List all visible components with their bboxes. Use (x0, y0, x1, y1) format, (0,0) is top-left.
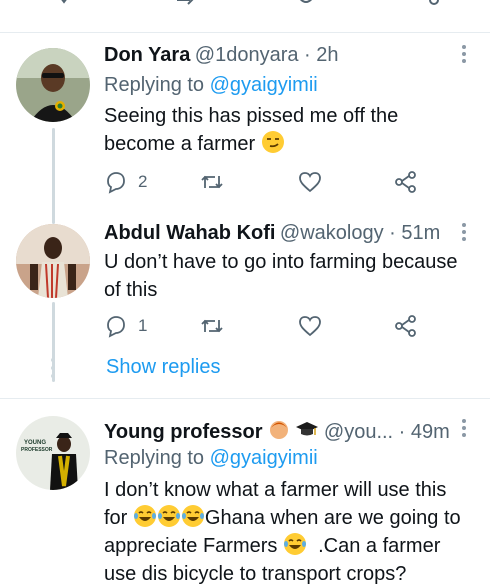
thread-dots-icon (51, 358, 55, 378)
tweet-text-line: for Ghana when are we going to (104, 504, 480, 532)
tweet-text-line: appreciate Farmers .Can a farmer (104, 532, 480, 560)
retweet-icon (201, 319, 223, 333)
more-options-icon[interactable] (454, 418, 474, 438)
retweet-button[interactable] (200, 314, 224, 338)
retweet-icon[interactable] (176, 0, 196, 10)
author-handle[interactable]: @1donyara (195, 44, 299, 66)
avatar[interactable] (16, 224, 90, 298)
more-options-icon[interactable] (454, 222, 474, 242)
share-button[interactable] (394, 314, 418, 338)
reply-icon (107, 316, 125, 338)
smirking-face-emoji (261, 131, 284, 153)
replying-to: Replying to @gyaigyimii (104, 447, 318, 470)
share-button[interactable] (394, 170, 418, 194)
author-name[interactable]: Young professor (104, 421, 263, 443)
reply-count: 1 (138, 316, 148, 335)
like-button[interactable] (298, 170, 322, 194)
reply-count: 2 (138, 172, 148, 191)
retweet-icon (201, 175, 223, 189)
more-options-icon[interactable] (454, 44, 474, 64)
tears-of-joy-emoji (283, 533, 306, 555)
separator-dot: · (393, 421, 411, 443)
tweet-text-line: of this (104, 279, 158, 301)
text-fragment: for (104, 507, 128, 529)
retweet-button[interactable] (200, 170, 224, 194)
timestamp[interactable]: 2h (316, 44, 338, 66)
reply-icon (107, 172, 125, 194)
text-fragment: appreciate Farmers (104, 535, 278, 557)
author-name[interactable]: Abdul Wahab Kofi (104, 222, 275, 244)
reply-icon[interactable] (54, 0, 74, 10)
avatar-logo-text: YOUNG (24, 440, 46, 446)
divider (0, 398, 490, 399)
reply-button[interactable]: 2 (104, 170, 147, 194)
avatar[interactable]: YOUNG PROFESSOR (16, 416, 90, 490)
tweet-header: Abdul Wahab Kofi @wakology · 51m (104, 222, 440, 245)
replying-handle[interactable]: @gyaigyimii (210, 447, 318, 469)
tweet-text: I don’t know what a farmer will use this… (104, 476, 480, 588)
author-handle[interactable]: @wakology (280, 222, 384, 244)
tweet-text: U don’t have to go into farming because … (104, 248, 476, 304)
replying-handle[interactable]: @gyaigyimii (210, 74, 318, 96)
tears-of-joy-emoji (157, 505, 180, 527)
previous-tweet-action-bar (0, 0, 490, 33)
text-fragment: .Can a farmer (318, 535, 441, 557)
author-name[interactable]: Don Yara (104, 44, 190, 66)
tweet-header: Young professor @you... · 49m (104, 418, 450, 444)
reply-button[interactable]: 1 (104, 314, 147, 338)
replying-label: Replying to (104, 74, 205, 96)
replying-label: Replying to (104, 447, 205, 469)
timestamp[interactable]: 51m (401, 222, 440, 244)
like-button[interactable] (298, 314, 322, 338)
show-replies-link[interactable]: Show replies (106, 356, 221, 379)
share-icon (395, 171, 416, 193)
thread-line (52, 128, 55, 224)
share-icon (395, 315, 416, 337)
separator-dot: · (298, 44, 317, 66)
heart-icon (299, 316, 321, 337)
graduation-cap-emoji (296, 422, 319, 436)
replying-to: Replying to @gyaigyimii (104, 74, 318, 97)
timestamp[interactable]: 49m (411, 421, 450, 443)
tweet-text: Seeing this has pissed me off the become… (104, 102, 476, 158)
author-handle[interactable]: @you... (324, 421, 393, 443)
tweet-text-line: Seeing this has pissed me off the (104, 105, 399, 127)
avatar-logo-text: PROFESSOR (21, 447, 53, 453)
text-fragment: Ghana when are we going to (204, 507, 461, 529)
like-icon[interactable] (296, 0, 316, 10)
person-emoji (269, 421, 288, 439)
tweet-text-line: I don’t know what a farmer will use this (104, 479, 447, 501)
separator-dot: · (383, 222, 402, 244)
tweet-header: Don Yara @1donyara · 2h (104, 44, 339, 67)
heart-icon (299, 172, 321, 193)
avatar[interactable] (16, 48, 90, 122)
tweet-text-line: become a farmer (104, 133, 256, 155)
tears-of-joy-emoji (181, 505, 204, 527)
tweet-text-line: U don’t have to go into farming because (104, 251, 458, 273)
share-icon[interactable] (424, 0, 444, 10)
tears-of-joy-emoji (133, 505, 156, 527)
tweet-text-line: use dis bicycle to transport crops? (104, 563, 407, 585)
